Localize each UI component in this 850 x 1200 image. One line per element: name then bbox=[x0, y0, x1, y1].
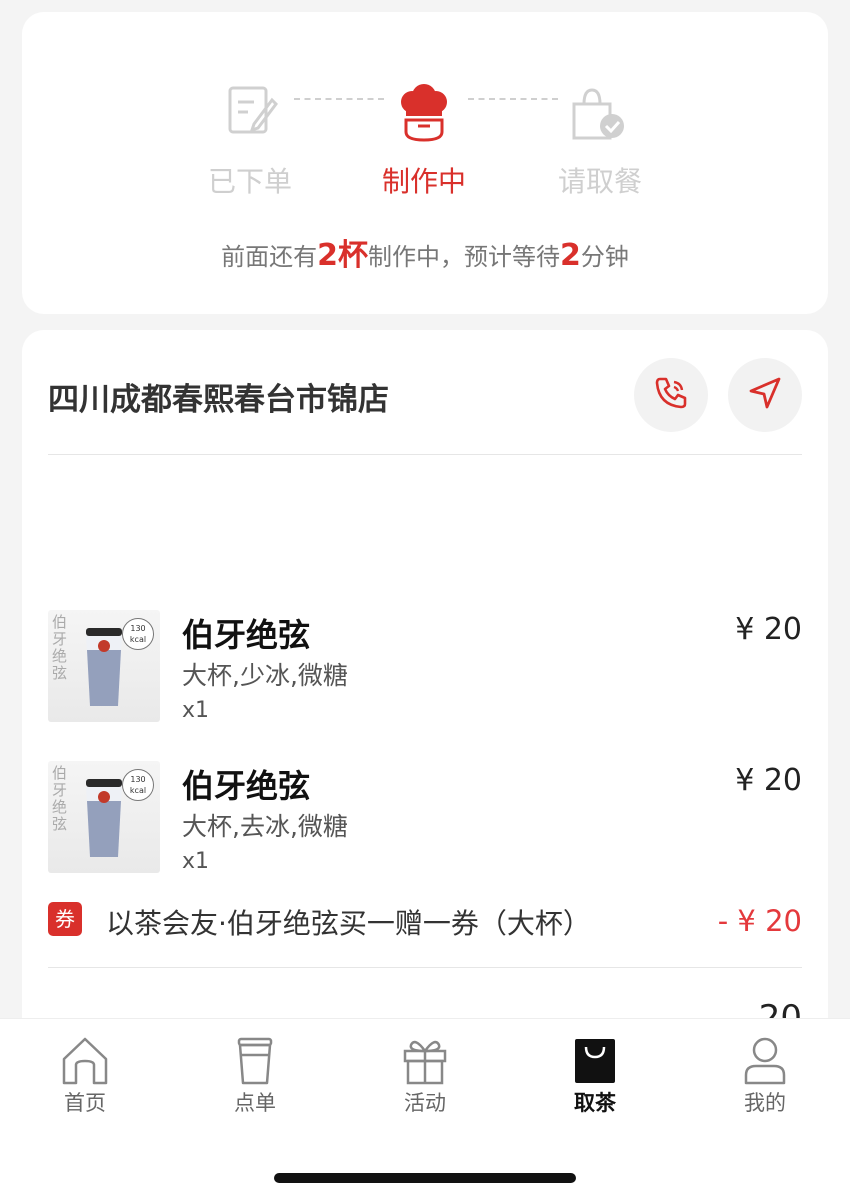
step-connector bbox=[468, 98, 558, 100]
call-store-button[interactable] bbox=[634, 358, 708, 432]
phone-icon bbox=[651, 373, 691, 417]
item-price: ¥ 20 bbox=[735, 612, 802, 647]
gift-icon bbox=[365, 1035, 485, 1085]
step-label-pickup: 请取餐 bbox=[557, 165, 642, 198]
home-icon bbox=[25, 1035, 145, 1085]
item-name: 伯牙绝弦 bbox=[182, 767, 311, 805]
bottom-tab-bar: 首页 点单 活动 取茶 我的 bbox=[0, 1018, 850, 1200]
tab-profile[interactable]: 我的 bbox=[705, 1035, 825, 1117]
tab-pickup[interactable]: 取茶 bbox=[535, 1035, 655, 1117]
order-item: 伯牙绝弦 130 kcal 伯牙绝弦 大杯,少冰,微糖 x1 ¥ 20 bbox=[48, 610, 802, 730]
step-label-making: 制作中 bbox=[381, 165, 466, 198]
divider bbox=[48, 967, 802, 968]
item-qty: x1 bbox=[182, 849, 210, 874]
item-price: ¥ 20 bbox=[735, 763, 802, 798]
tab-order[interactable]: 点单 bbox=[195, 1035, 315, 1117]
tab-home[interactable]: 首页 bbox=[25, 1035, 145, 1117]
coupon-badge: 券 bbox=[48, 902, 82, 936]
order-status-card: 已下单 制作中 请取餐 前面还有2杯制作中，预计等待2分钟 bbox=[22, 12, 828, 314]
cup-icon bbox=[195, 1035, 315, 1085]
user-icon bbox=[705, 1035, 825, 1085]
pickup-bag-icon bbox=[566, 82, 630, 146]
step-connector bbox=[294, 98, 384, 100]
item-thumbnail: 伯牙绝弦 130 kcal bbox=[48, 610, 160, 722]
chef-hat-icon bbox=[392, 82, 456, 146]
navigation-arrow-icon bbox=[745, 373, 785, 417]
shopping-bag-icon bbox=[535, 1035, 655, 1085]
wait-estimate: 前面还有2杯制作中，预计等待2分钟 bbox=[221, 238, 629, 273]
order-item: 伯牙绝弦 130 kcal 伯牙绝弦 大杯,去冰,微糖 x1 ¥ 20 bbox=[48, 761, 802, 881]
step-label-placed: 已下单 bbox=[207, 165, 292, 198]
store-name: 四川成都春熙春台市锦店 bbox=[48, 382, 389, 418]
item-thumbnail: 伯牙绝弦 130 kcal bbox=[48, 761, 160, 873]
item-spec: 大杯,少冰,微糖 bbox=[182, 661, 348, 690]
coupon-text: 以茶会友·伯牙绝弦买一赠一券（大杯） bbox=[106, 907, 591, 940]
coupon-discount: - ¥ 20 bbox=[717, 904, 802, 938]
navigate-store-button[interactable] bbox=[728, 358, 802, 432]
tab-activities[interactable]: 活动 bbox=[365, 1035, 485, 1117]
item-name: 伯牙绝弦 bbox=[182, 616, 311, 654]
order-placed-icon bbox=[218, 82, 282, 146]
divider bbox=[48, 454, 802, 455]
home-indicator[interactable] bbox=[274, 1173, 576, 1183]
item-spec: 大杯,去冰,微糖 bbox=[182, 812, 348, 841]
item-qty: x1 bbox=[182, 698, 210, 723]
